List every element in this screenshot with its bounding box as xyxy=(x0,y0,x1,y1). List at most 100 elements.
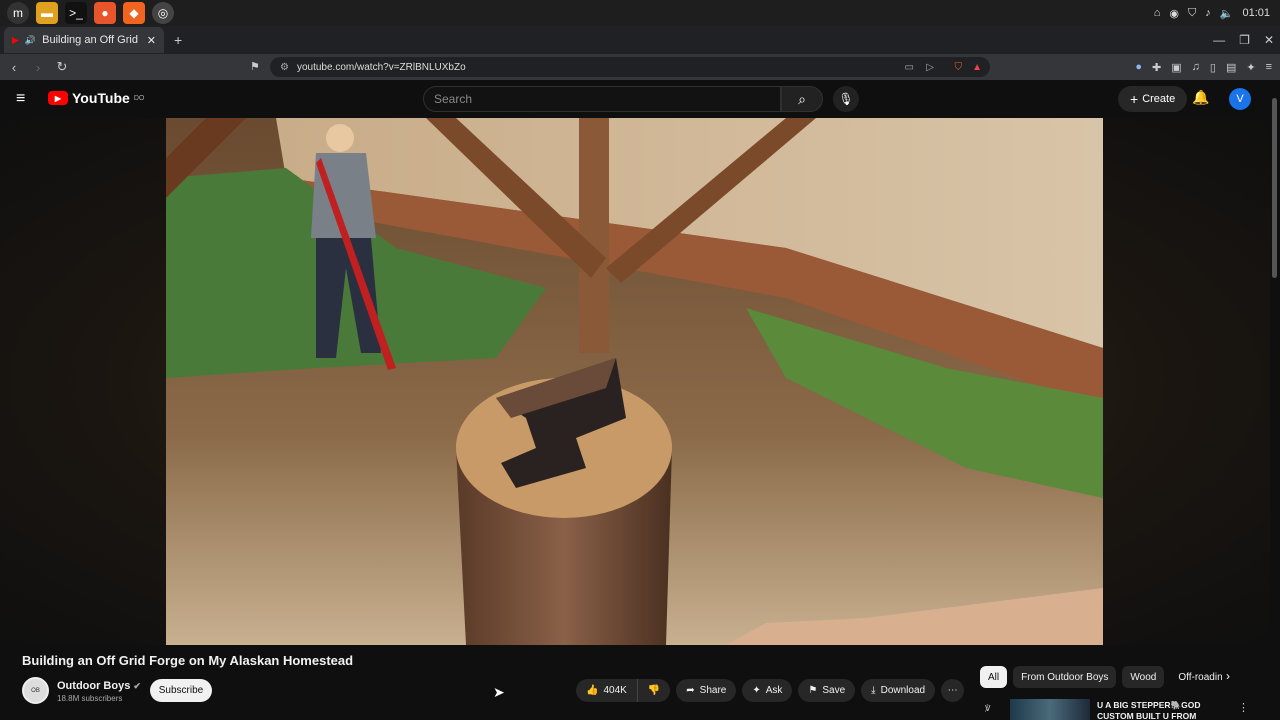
recommended-video[interactable]: ℣ U A BIG STEPPER🐘GOD CUSTOM BUILT U FRO… xyxy=(980,699,1260,720)
subscriber-count: 18.8M subscribers xyxy=(57,694,123,703)
cast-icon[interactable]: ▭ xyxy=(905,62,914,73)
menu-icon[interactable]: ≡ xyxy=(1266,61,1272,73)
video-title: Building an Off Grid Forge on My Alaskan… xyxy=(22,653,354,668)
send-icon[interactable]: ▷ xyxy=(926,62,934,73)
share-icon: ➦ xyxy=(686,685,695,696)
related-filter-chips: All From Outdoor Boys Wood Off-roadin xyxy=(980,666,1222,688)
channel-name-text: Outdoor Boys xyxy=(57,680,131,692)
mouse-cursor-icon: ➤ xyxy=(493,684,505,700)
bookmark-icon[interactable]: ⚑ xyxy=(250,60,260,73)
files-icon[interactable]: ▬ xyxy=(36,2,58,24)
puzzle-icon[interactable]: ✚ xyxy=(1152,61,1161,74)
voice-search-button[interactable]: 🎙 xyxy=(833,86,859,112)
tab-close-icon[interactable]: ✕ xyxy=(147,34,156,47)
chip-all[interactable]: All xyxy=(980,666,1008,688)
subscribe-button[interactable]: Subscribe xyxy=(150,679,212,702)
url-field[interactable]: ⚙ youtube.com/watch?v=ZRlBNLUXbZo ▭ ▷ ⛉ … xyxy=(270,57,990,77)
share-button[interactable]: ➦ Share xyxy=(676,679,737,702)
music-icon[interactable]: ♫ xyxy=(1192,61,1200,73)
brave-icon[interactable]: ◆ xyxy=(123,2,145,24)
like-button[interactable]: 👍 404K xyxy=(576,679,638,702)
close-window-icon[interactable]: ✕ xyxy=(1264,33,1274,47)
sparkle-icon: ✦ xyxy=(752,685,761,696)
clock[interactable]: 01:01 xyxy=(1242,7,1270,19)
wallet-icon[interactable]: ▤ xyxy=(1226,61,1236,74)
like-count: 404K xyxy=(603,685,627,696)
more-icon: ⋯ xyxy=(947,685,958,696)
download-button[interactable]: ⤓ Download xyxy=(861,679,936,702)
logo-text: YouTube xyxy=(72,90,130,106)
chip-offroading[interactable]: Off-roadin xyxy=(1170,666,1222,688)
search-placeholder: Search xyxy=(434,92,473,106)
rec-thumbnail[interactable] xyxy=(1010,699,1090,720)
back-icon[interactable]: ‹ xyxy=(4,60,24,75)
screenshot-icon[interactable]: ▣ xyxy=(1171,61,1181,74)
chip-from-channel[interactable]: From Outdoor Boys xyxy=(1013,666,1117,688)
save-icon: ⚑ xyxy=(808,685,818,696)
tab-active[interactable]: ▶ 🔊 Building an Off Grid Forge ✕ xyxy=(4,27,164,53)
reload-icon[interactable]: ↻ xyxy=(52,59,72,75)
channel-avatar[interactable]: OB xyxy=(22,677,49,704)
youtube-play-icon: ▶ xyxy=(48,91,68,105)
firefox-icon[interactable]: ● xyxy=(94,2,116,24)
scrollbar-thumb[interactable] xyxy=(1272,98,1277,278)
system-tray: ⌂ ◉ ⛉ ♪ 🔈 01:01 xyxy=(1154,0,1270,26)
notification-icon[interactable]: ◉ xyxy=(1169,7,1179,20)
youtube-logo[interactable]: ▶ YouTube DO xyxy=(48,90,144,106)
ask-button[interactable]: ✦ Ask xyxy=(742,679,793,702)
minimize-icon[interactable]: — xyxy=(1213,33,1225,47)
brave-rewards-icon[interactable]: ▲ xyxy=(972,62,982,73)
channel-name[interactable]: Outdoor Boys ✔ xyxy=(57,680,141,692)
account-avatar[interactable]: V xyxy=(1229,88,1251,110)
forward-icon[interactable]: › xyxy=(28,60,48,75)
youtube-favicon-icon: ▶ xyxy=(12,34,19,45)
thumbs-down-icon: 👎 xyxy=(647,685,661,696)
extension-icon[interactable]: ● xyxy=(1135,61,1142,73)
share-label: Share xyxy=(699,685,727,696)
notifications-bell-icon[interactable]: 🔔 xyxy=(1192,89,1209,106)
system-taskbar: m ▬ >_ ● ◆ ◎ ⌂ ◉ ⛉ ♪ 🔈 01:01 xyxy=(0,0,1280,26)
chip-wood[interactable]: Wood xyxy=(1122,666,1165,688)
app-icon[interactable]: ◎ xyxy=(152,2,174,24)
tab-strip: ▶ 🔊 Building an Off Grid Forge ✕ + — ❐ ✕ xyxy=(0,26,1280,54)
youtube-header: ≡ ▶ YouTube DO Search ⌕ 🎙 + Create 🔔 V xyxy=(0,80,1280,118)
thumbs-up-icon: 👍 xyxy=(586,685,599,696)
search-button[interactable]: ⌕ xyxy=(781,86,823,112)
guide-menu-icon[interactable]: ≡ xyxy=(16,90,25,108)
volume-icon[interactable]: 🔈 xyxy=(1220,7,1234,20)
video-actions: 👍 404K 👎 ➦ Share ✦ Ask ⚑ Save ⤓ Download… xyxy=(576,679,965,702)
tab-audio-icon[interactable]: 🔊 xyxy=(25,35,36,46)
ask-label: Ask xyxy=(765,685,783,696)
vpn-icon[interactable]: ⌂ xyxy=(1154,7,1161,19)
search-icon: ⌕ xyxy=(798,90,806,107)
maximize-icon[interactable]: ❐ xyxy=(1239,33,1250,47)
video-player[interactable] xyxy=(166,118,1103,645)
extensions-bar: ● ✚ ▣ ♫ ▯ ▤ ✦ ≡ xyxy=(1135,54,1272,80)
channel-logo-icon: OB xyxy=(31,687,40,694)
bell-tray-icon[interactable]: ♪ xyxy=(1205,7,1211,19)
address-bar-row: ‹ › ↻ ⚑ ⚙ youtube.com/watch?v=ZRlBNLUXbZ… xyxy=(0,54,1280,80)
tab-title: Building an Off Grid Forge xyxy=(42,34,141,46)
save-label: Save xyxy=(822,685,846,696)
like-dislike-group: 👍 404K 👎 xyxy=(576,679,671,702)
new-tab-button[interactable]: + xyxy=(174,32,182,48)
chips-next-icon[interactable]: › xyxy=(1226,669,1230,683)
leo-icon[interactable]: ✦ xyxy=(1246,61,1255,74)
terminal-icon[interactable]: >_ xyxy=(65,2,87,24)
save-button[interactable]: ⚑ Save xyxy=(798,679,856,702)
brave-shield-icon[interactable]: ⛉ xyxy=(955,62,963,73)
shield-icon[interactable]: ⛉ xyxy=(1188,7,1196,20)
download-icon: ⤓ xyxy=(871,685,876,696)
dislike-button[interactable]: 👎 xyxy=(637,679,671,702)
rec-more-icon[interactable]: ⋮ xyxy=(1238,701,1249,714)
more-actions-button[interactable]: ⋯ xyxy=(941,679,965,702)
url-text: youtube.com/watch?v=ZRlBNLUXbZo xyxy=(296,61,466,73)
mint-menu-icon[interactable]: m xyxy=(7,2,29,24)
create-button[interactable]: + Create xyxy=(1118,86,1188,112)
search-input[interactable]: Search xyxy=(423,86,781,112)
window-controls: — ❐ ✕ xyxy=(1213,26,1274,54)
site-info-icon[interactable]: ⚙ xyxy=(280,62,289,73)
verified-icon: ✔ xyxy=(133,681,141,691)
video-frame xyxy=(166,118,1103,645)
sidebar-icon[interactable]: ▯ xyxy=(1210,61,1216,74)
